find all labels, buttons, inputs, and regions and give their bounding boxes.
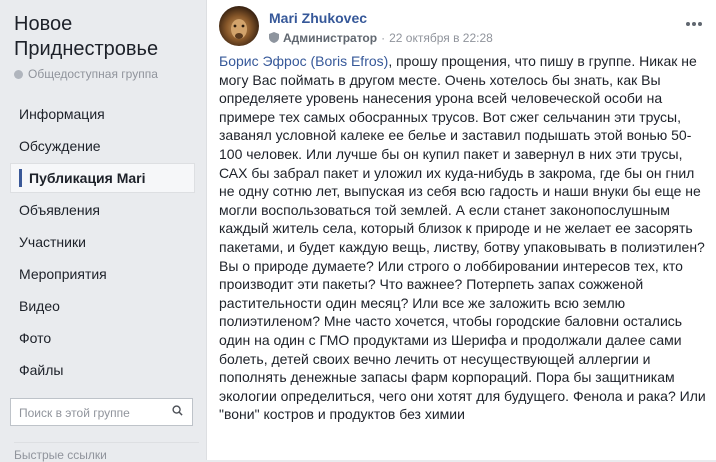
meta-separator: · — [381, 31, 386, 45]
sidebar-item-discussion[interactable]: Обсуждение — [10, 131, 195, 161]
group-name[interactable]: Новое Приднестровье — [14, 12, 199, 62]
search-icon[interactable] — [172, 405, 183, 416]
lion-avatar-icon — [231, 19, 247, 39]
group-search — [10, 398, 193, 427]
sidebar-item-members[interactable]: Участники — [10, 227, 195, 257]
post-mention[interactable]: Борис Эфрос (Boris Efros) — [219, 53, 388, 69]
sidebar-divider — [14, 442, 199, 443]
active-indicator — [19, 169, 22, 187]
post-timestamp[interactable]: 22 октября в 22:28 — [389, 31, 493, 45]
post-meta: Администратор · 22 октября в 22:28 — [269, 31, 493, 45]
sidebar-item-photos[interactable]: Фото — [10, 323, 195, 353]
group-privacy: Общедоступная группа — [14, 67, 158, 81]
group-sidebar: Новое Приднестровье Общедоступная группа… — [0, 0, 205, 462]
post-text: , прошу прощения, что пишу в группе. Ник… — [219, 53, 706, 423]
search-input[interactable] — [11, 399, 171, 427]
group-privacy-label: Общедоступная группа — [28, 67, 158, 81]
admin-shield-icon — [269, 32, 279, 43]
post-card: Mari Zhukovec Администратор · 22 октября в… — [206, 0, 716, 460]
sidebar-item-videos[interactable]: Видео — [10, 291, 195, 321]
avatar[interactable] — [219, 6, 259, 46]
sidebar-item-info[interactable]: Информация — [10, 99, 195, 129]
post-author[interactable]: Mari Zhukovec — [269, 10, 367, 26]
post-body: Борис Эфрос (Boris Efros), прошу прощени… — [219, 52, 711, 424]
sidebar-item-events[interactable]: Мероприятия — [10, 259, 195, 289]
sidebar-item-post-mari[interactable]: Публикация Mari — [10, 163, 195, 193]
post-role: Администратор — [283, 31, 378, 45]
sidebar-item-label: Публикация Mari — [29, 170, 146, 186]
globe-icon — [14, 70, 23, 79]
more-options-icon[interactable] — [686, 13, 704, 26]
sidebar-item-announcements[interactable]: Объявления — [10, 195, 195, 225]
sidebar-item-files[interactable]: Файлы — [10, 355, 195, 385]
